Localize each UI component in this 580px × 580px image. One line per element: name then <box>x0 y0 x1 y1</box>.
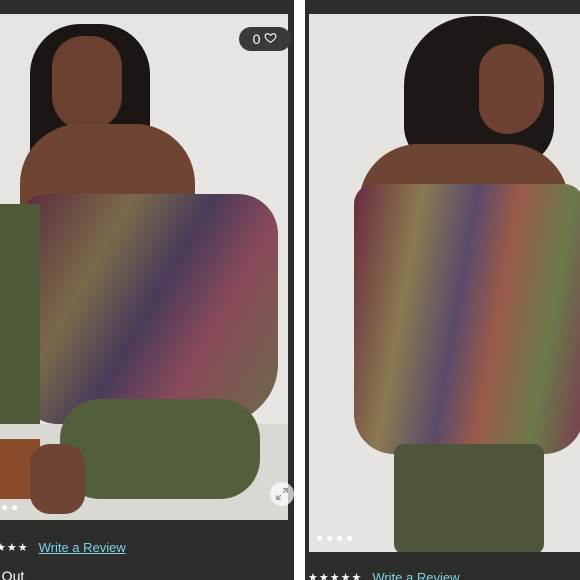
wishlist-count: 0 <box>252 31 261 47</box>
carousel-dots <box>2 505 17 510</box>
carousel-dot[interactable] <box>337 536 342 541</box>
rating-stars: ★★★ <box>0 542 29 554</box>
carousel-dot[interactable] <box>317 536 322 541</box>
rating-stars: ★★★★★ <box>308 572 363 580</box>
product-image-front[interactable] <box>0 14 288 520</box>
product-image-back[interactable] <box>309 14 580 552</box>
carousel-dot[interactable] <box>327 536 332 541</box>
carousel-dot[interactable] <box>12 505 17 510</box>
product-card-left: 0 ★★★ Write a Review d Out <box>0 0 294 580</box>
stock-status: d Out <box>0 568 25 580</box>
wishlist-button[interactable]: 0 <box>239 27 291 51</box>
write-review-link[interactable]: Write a Review <box>372 570 459 580</box>
card-top-bar <box>0 0 294 14</box>
carousel-dot[interactable] <box>2 505 7 510</box>
product-card-right: ★★★★★ Write a Review <box>305 0 580 580</box>
review-row: ★★★ Write a Review <box>0 540 126 555</box>
carousel-dot[interactable] <box>347 536 352 541</box>
heart-icon <box>264 31 277 47</box>
card-top-bar <box>305 0 580 14</box>
review-row: ★★★★★ Write a Review <box>308 570 460 580</box>
expand-icon[interactable] <box>270 482 294 506</box>
write-review-link[interactable]: Write a Review <box>39 540 126 555</box>
carousel-dots <box>317 536 352 541</box>
